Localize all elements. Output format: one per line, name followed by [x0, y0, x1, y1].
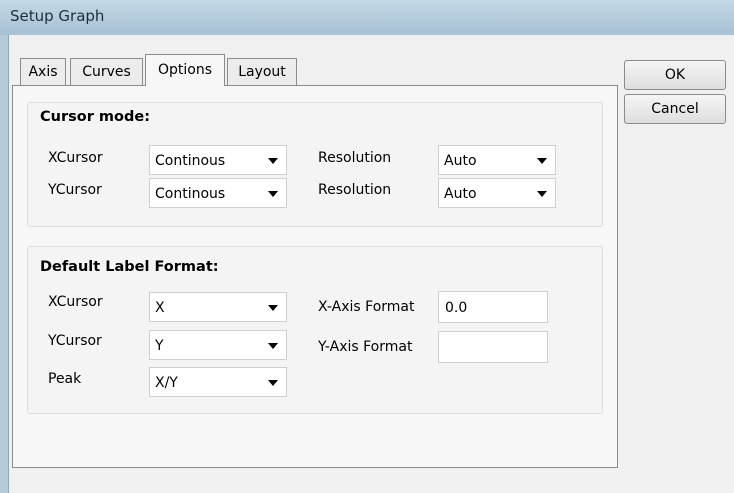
chevron-down-icon — [537, 158, 547, 164]
ycursor-resolution-value: Auto — [444, 186, 477, 202]
ycursor-mode-value: Continous — [155, 186, 226, 202]
label-peak-label: Peak — [48, 371, 82, 387]
xcursor-resolution-select[interactable]: Auto — [438, 145, 556, 175]
window-title: Setup Graph — [10, 7, 105, 25]
ycursor-resolution-label: Resolution — [318, 182, 392, 198]
ycursor-mode-select[interactable]: Continous — [149, 178, 287, 208]
label-ycursor-select[interactable]: Y — [149, 330, 287, 360]
label-format-title: Default Label Format: — [40, 259, 219, 275]
tab-curves[interactable]: Curves — [70, 58, 143, 86]
label-peak-select[interactable]: X/Y — [149, 367, 287, 397]
title-bar[interactable]: Setup Graph — [0, 0, 734, 35]
window-frame — [0, 35, 9, 493]
chevron-down-icon — [268, 158, 278, 164]
y-axis-format-input[interactable] — [438, 331, 548, 363]
label-xcursor-value: X — [155, 300, 165, 316]
cursor-mode-title: Cursor mode: — [40, 109, 150, 125]
label-peak-value: X/Y — [155, 375, 178, 391]
xcursor-mode-select[interactable]: Continous — [149, 145, 287, 175]
ok-button[interactable]: OK — [624, 60, 726, 90]
chevron-down-icon — [268, 305, 278, 311]
y-axis-format-label: Y-Axis Format — [318, 339, 413, 355]
ycursor-label: YCursor — [48, 182, 102, 198]
chevron-down-icon — [268, 380, 278, 386]
label-xcursor-select[interactable]: X — [149, 292, 287, 322]
label-ycursor-label: YCursor — [48, 333, 102, 349]
cursor-mode-group: Cursor mode: XCursor Continous Resolutio… — [27, 102, 603, 227]
x-axis-format-input[interactable]: 0.0 — [438, 291, 548, 323]
x-axis-format-label: X-Axis Format — [318, 299, 415, 315]
tab-options[interactable]: Options — [145, 54, 225, 86]
xcursor-resolution-value: Auto — [444, 153, 477, 169]
ycursor-resolution-select[interactable]: Auto — [438, 178, 556, 208]
label-xcursor-label: XCursor — [48, 294, 103, 310]
tab-layout[interactable]: Layout — [227, 58, 297, 86]
chevron-down-icon — [537, 191, 547, 197]
xcursor-label: XCursor — [48, 150, 103, 166]
options-tab-panel: Cursor mode: XCursor Continous Resolutio… — [12, 85, 618, 468]
tab-axis[interactable]: Axis — [20, 58, 66, 86]
cancel-button[interactable]: Cancel — [624, 94, 726, 124]
label-ycursor-value: Y — [155, 338, 164, 354]
chevron-down-icon — [268, 343, 278, 349]
xcursor-resolution-label: Resolution — [318, 150, 392, 166]
x-axis-format-value: 0.0 — [445, 300, 468, 316]
xcursor-mode-value: Continous — [155, 153, 226, 169]
label-format-group: Default Label Format: XCursor X YCursor … — [27, 246, 603, 414]
chevron-down-icon — [268, 191, 278, 197]
